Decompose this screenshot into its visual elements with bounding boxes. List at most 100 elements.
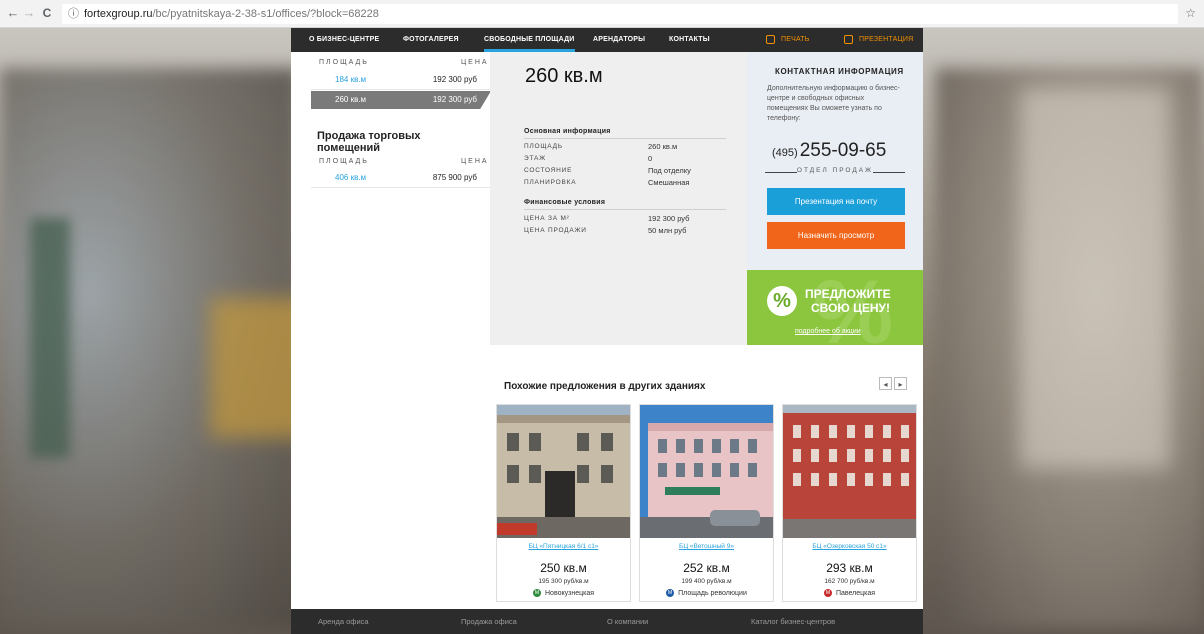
sale-header-area: ПЛОЩАДЬ (319, 158, 369, 165)
rent-row-area-link[interactable]: 260 кв.м (335, 91, 366, 109)
address-bar[interactable]: ⓘ fortexgroup.ru/bc/pyatnitskaya-2-38-s1… (62, 4, 1178, 24)
card-price: 195 300 руб/кв.м (538, 578, 589, 585)
rent-row-area-link[interactable]: 184 кв.м (335, 71, 366, 89)
contact-phone[interactable]: (495) 255-09-65 (772, 140, 886, 162)
card-area: 252 кв.м (683, 561, 730, 575)
detail-value: 0 (648, 154, 653, 163)
metro-icon: M (533, 589, 541, 597)
presentation-link[interactable]: ПРЕЗЕНТАЦИЯ (844, 28, 913, 52)
card-metro: M Площадь революции (640, 589, 773, 597)
carousel-prev-button[interactable]: ◂ (879, 377, 892, 390)
phone-code: (495) (772, 147, 798, 159)
detail-key: ЦЕНА ПРОДАЖИ (524, 227, 587, 234)
card-metro: M Павелецкая (783, 589, 916, 597)
rent-header-area: ПЛОЩАДЬ (319, 59, 369, 66)
url-host: fortexgroup.ru (84, 8, 153, 20)
detail-value: Смешанная (648, 178, 690, 187)
promo-line2: СВОЮ ЦЕНУ! (811, 301, 890, 315)
rent-row-price: 192 300 руб (432, 95, 477, 104)
similar-offer-card[interactable]: БЦ «Ветошный 9» 252 кв.м 199 400 руб/кв.… (639, 404, 774, 602)
detail-row: ЭТАЖ 0 (524, 153, 726, 164)
metro-name: Площадь революции (678, 589, 747, 597)
contact-title: КОНТАКТНАЯ ИНФОРМАЦИЯ (775, 67, 904, 76)
card-price: 199 400 руб/кв.м (681, 578, 732, 585)
finance-title: Финансовые условия (524, 199, 606, 206)
rent-row-price: 192 300 руб (432, 75, 477, 84)
card-area: 293 кв.м (826, 561, 873, 575)
detail-key: ЭТАЖ (524, 155, 546, 162)
offer-detail-panel: 260 кв.м Основная информация ПЛОЩАДЬ 260 … (490, 52, 747, 345)
offer-price-banner[interactable]: % % ПРЕДЛОЖИТЕ СВОЮ ЦЕНУ! подробнее об а… (747, 270, 923, 345)
card-price: 162 700 руб/кв.м (824, 578, 875, 585)
url-path: /bc/pyatnitskaya-2-38-s1/offices/?block=… (152, 8, 379, 20)
reload-icon[interactable]: C (40, 6, 54, 20)
back-icon[interactable]: ← (6, 6, 20, 20)
footer-link-sale[interactable]: Продажа офиса (461, 609, 517, 634)
detail-key: ПЛОЩАДЬ (524, 143, 563, 150)
nav-item-gallery[interactable]: ФОТОГАЛЕРЕЯ (403, 28, 459, 52)
sale-row[interactable]: 406 кв.м 875 900 руб (311, 169, 491, 188)
print-link[interactable]: ПЕЧАТЬ (766, 28, 810, 52)
browser-toolbar: ← → C ⓘ fortexgroup.ru/bc/pyatnitskaya-2… (0, 0, 1204, 28)
metro-icon: M (666, 589, 675, 597)
building-photo (783, 405, 916, 538)
rent-row[interactable]: 184 кв.м 192 300 руб (311, 71, 491, 90)
schedule-viewing-button[interactable]: Назначить просмотр (767, 222, 905, 249)
bookmark-star-icon[interactable]: ☆ (1185, 6, 1196, 20)
card-metro: M Новокузнецкая (497, 589, 630, 597)
building-photo (640, 405, 773, 538)
building-photo (497, 405, 630, 538)
detail-value: 192 300 руб (648, 214, 690, 223)
presentation-label: ПРЕЗЕНТАЦИЯ (859, 36, 914, 43)
similar-offer-card[interactable]: БЦ «Озерковская 50 с1» 293 кв.м 162 700 … (782, 404, 917, 602)
similar-offer-card[interactable]: БЦ «Пятницкая 6/1 с1» 250 кв.м 195 300 р… (496, 404, 631, 602)
sale-section-title: Продажа торговых помещений (317, 130, 421, 154)
contact-panel: КОНТАКТНАЯ ИНФОРМАЦИЯ Дополнительную инф… (747, 52, 923, 270)
site-info-icon[interactable]: ⓘ (68, 4, 79, 24)
sale-row-price: 875 900 руб (432, 173, 477, 182)
presentation-icon (844, 34, 853, 44)
carousel-arrows: ◂ ▸ (879, 377, 909, 391)
send-presentation-button[interactable]: Презентация на почту (767, 188, 905, 215)
detail-row: ПЛОЩАДЬ 260 кв.м (524, 141, 726, 152)
basic-info-title: Основная информация (524, 128, 611, 135)
detail-row: ЦЕНА ЗА М² 192 300 руб (524, 213, 726, 224)
nav-item-about[interactable]: О БИЗНЕС-ЦЕНТРЕ (309, 28, 379, 52)
site-footer: Аренда офиса Продажа офиса О компании Ка… (291, 609, 923, 634)
building-link[interactable]: БЦ «Пятницкая 6/1 с1» (497, 543, 630, 550)
detail-row: ПЛАНИРОВКА Смешанная (524, 177, 726, 188)
metro-name: Павелецкая (835, 589, 876, 597)
detail-value: 260 кв.м (648, 142, 678, 151)
nav-item-free-spaces[interactable]: СВОБОДНЫЕ ПЛОЩАДИ (484, 28, 575, 52)
offer-area-heading: 260 кв.м (525, 65, 603, 87)
footer-link-rent[interactable]: Аренда офиса (318, 609, 369, 634)
detail-key: СОСТОЯНИЕ (524, 167, 573, 174)
nav-item-contacts[interactable]: КОНТАКТЫ (669, 28, 710, 52)
detail-row: ЦЕНА ПРОДАЖИ 50 млн руб (524, 225, 726, 236)
percent-icon: % (767, 286, 797, 316)
rent-row-selected[interactable]: 260 кв.м 192 300 руб (311, 91, 491, 109)
detail-value: Под отделку (648, 166, 691, 175)
contact-description: Дополнительную информацию о бизнес-центр… (767, 85, 900, 122)
printer-icon (766, 34, 775, 44)
detail-row: СОСТОЯНИЕ Под отделку (524, 165, 726, 176)
promo-more-link[interactable]: подробнее об акции (795, 328, 861, 335)
forward-icon[interactable]: → (22, 6, 36, 20)
footer-link-company[interactable]: О компании (607, 609, 648, 634)
top-navigation: О БИЗНЕС-ЦЕНТРЕ ФОТОГАЛЕРЕЯ СВОБОДНЫЕ ПЛ… (291, 28, 923, 52)
phone-number: 255-09-65 (799, 140, 887, 161)
detail-value: 50 млн руб (648, 226, 687, 235)
sales-dept-label: ОТДЕЛ ПРОДАЖ (765, 167, 905, 177)
promo-line1: ПРЕДЛОЖИТЕ (805, 287, 891, 301)
metro-icon: M (823, 589, 832, 597)
metro-name: Новокузнецкая (545, 589, 594, 597)
nav-item-tenants[interactable]: АРЕНДАТОРЫ (593, 28, 645, 52)
sale-row-area-link[interactable]: 406 кв.м (335, 169, 366, 187)
site-container: О БИЗНЕС-ЦЕНТРЕ ФОТОГАЛЕРЕЯ СВОБОДНЫЕ ПЛ… (291, 28, 923, 634)
building-link[interactable]: БЦ «Озерковская 50 с1» (783, 543, 916, 550)
print-label: ПЕЧАТЬ (781, 36, 810, 43)
sale-header-price: ЦЕНА (461, 158, 489, 165)
carousel-next-button[interactable]: ▸ (894, 377, 907, 390)
building-link[interactable]: БЦ «Ветошный 9» (640, 543, 773, 550)
footer-link-catalog[interactable]: Каталог бизнес-центров (751, 609, 835, 634)
